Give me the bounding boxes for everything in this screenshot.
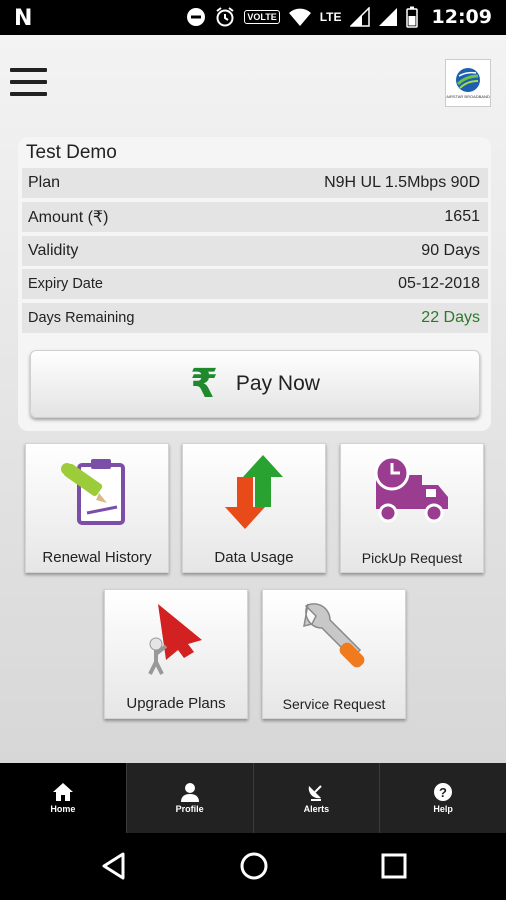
tile-label: PickUp Request — [361, 550, 463, 566]
validity-row: Validity 90 Days — [22, 235, 488, 266]
days-remaining-row: Days Remaining 22 Days — [22, 303, 488, 334]
back-icon[interactable] — [97, 849, 131, 883]
tile-label: Data Usage — [214, 549, 294, 566]
tile-label: Service Request — [282, 696, 386, 712]
row-value: 90 Days — [421, 241, 480, 259]
tile-label: Renewal History — [42, 549, 152, 566]
tab-label: Help — [433, 804, 453, 814]
clipboard-pencil-icon — [26, 452, 168, 532]
amount-row: Amount (₹) 1651 — [22, 201, 488, 232]
wrench-icon — [263, 598, 405, 678]
row-value: 05-12-2018 — [398, 275, 480, 293]
tab-profile[interactable]: Profile — [125, 763, 253, 833]
tab-label: Alerts — [303, 804, 330, 814]
home-icon — [52, 783, 73, 801]
renewal-history-tile[interactable]: Renewal History — [25, 443, 169, 573]
battery-icon — [405, 6, 418, 28]
android-nav-bar — [0, 833, 506, 900]
tab-alerts[interactable]: Alerts — [252, 763, 380, 833]
help-icon: ? — [434, 783, 453, 801]
svg-text:?: ? — [439, 785, 447, 800]
app-content: AIRSTAR BROADBAND Test Demo Plan N9H UL … — [0, 35, 506, 763]
signal-icon — [349, 7, 370, 27]
satellite-dish-icon — [309, 785, 323, 801]
network-type-label: LTE — [319, 10, 342, 24]
row-value: N9H UL 1.5Mbps 90D — [324, 174, 480, 191]
globe-logo-icon — [456, 68, 480, 92]
expiry-date-row: Expiry Date 05-12-2018 — [22, 269, 488, 300]
upgrade-plans-tile[interactable]: Upgrade Plans — [104, 589, 248, 719]
tab-help[interactable]: ? Help — [379, 763, 506, 833]
row-label: Plan — [28, 174, 61, 191]
row-value: 22 Days — [421, 309, 480, 327]
company-logo: AIRSTAR BROADBAND — [445, 59, 491, 107]
status-bar: N VOLTE LTE 12:09 — [0, 0, 506, 35]
alarm-icon — [214, 6, 236, 28]
person-icon — [180, 783, 199, 802]
status-time: 12:09 — [431, 6, 492, 28]
volte-icon: VOLTE — [244, 10, 280, 24]
dnd-icon — [186, 7, 206, 27]
tile-label: Upgrade Plans — [126, 695, 226, 712]
service-request-tile[interactable]: Service Request — [262, 589, 406, 719]
wifi-icon — [288, 7, 312, 27]
tab-home[interactable]: Home — [0, 763, 126, 833]
man-pushing-arrow-icon — [105, 598, 247, 678]
tab-label: Profile — [175, 804, 204, 814]
tab-label: Home — [50, 804, 76, 814]
pay-now-label: Pay Now — [235, 372, 320, 395]
row-label: Validity — [28, 241, 79, 259]
recents-icon[interactable] — [377, 849, 411, 883]
bottom-tab-bar: Home Profile Alerts ? Help — [0, 763, 506, 833]
pickup-request-tile[interactable]: PickUp Request — [340, 443, 484, 573]
up-down-arrows-icon — [183, 452, 325, 532]
plan-row: Plan N9H UL 1.5Mbps 90D — [22, 168, 488, 198]
row-label: Expiry Date — [28, 276, 103, 293]
rupee-icon: ₹ — [190, 361, 218, 407]
row-label: Days Remaining — [28, 310, 135, 327]
customer-name: Test Demo — [26, 142, 117, 163]
signal-icon — [378, 7, 398, 27]
hamburger-menu-icon[interactable] — [10, 68, 47, 96]
delivery-truck-clock-icon — [341, 452, 483, 532]
data-usage-tile[interactable]: Data Usage — [182, 443, 326, 573]
home-circle-icon[interactable] — [237, 849, 271, 883]
row-label: Amount (₹) — [28, 208, 109, 226]
row-value: 1651 — [444, 207, 480, 225]
logo-text: AIRSTAR BROADBAND — [446, 94, 490, 99]
pay-now-button[interactable]: ₹ Pay Now — [30, 350, 480, 418]
n-logo-icon: N — [14, 6, 33, 31]
account-info-table: Plan N9H UL 1.5Mbps 90D Amount (₹) 1651 … — [22, 168, 488, 337]
